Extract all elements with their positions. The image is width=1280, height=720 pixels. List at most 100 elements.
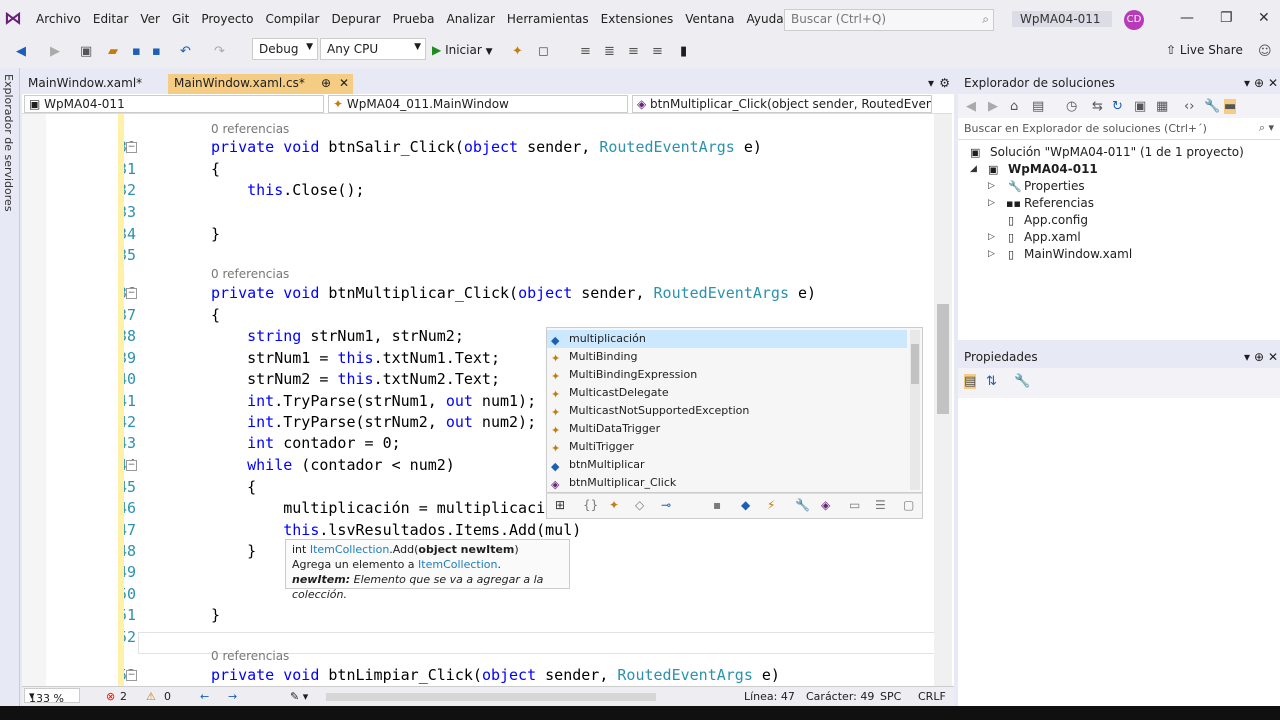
expand-filter-icon[interactable]: ⊞ xyxy=(555,498,565,512)
reference-count[interactable]: 0 referencias xyxy=(211,267,289,281)
pin-icon[interactable]: ⊕ xyxy=(321,76,331,90)
tree-item-references[interactable]: ▷ ▪▪ Referencias xyxy=(958,195,1280,212)
menu-ventana[interactable]: Ventana xyxy=(679,12,740,26)
menu-ver[interactable]: Ver xyxy=(134,12,166,26)
dropdown-icon[interactable]: ▾ xyxy=(1244,76,1250,90)
brush-icon[interactable]: ✎ ▾ xyxy=(290,690,308,703)
close-icon[interactable]: ✕ xyxy=(1258,10,1270,26)
editor-vertical-scrollbar[interactable] xyxy=(934,114,952,686)
gear-icon[interactable]: ⚙ xyxy=(939,76,950,90)
close-icon[interactable]: ✕ xyxy=(1268,350,1278,364)
tree-item-app-xaml[interactable]: ▷ ▯ App.xaml xyxy=(958,229,1280,246)
warning-icon[interactable]: ⚠ xyxy=(146,690,156,703)
comment-icon[interactable]: ≡ xyxy=(628,44,639,59)
property-pages-icon[interactable]: 🔧 xyxy=(1014,374,1030,389)
scroll-thumb[interactable] xyxy=(911,344,919,384)
class-filter-icon[interactable]: ✦ xyxy=(609,498,619,512)
class-dropdown[interactable]: ✦ WpMA04_011.MainWindow xyxy=(328,95,628,113)
collapsed-icon[interactable]: ▷ xyxy=(988,178,995,195)
error-icon[interactable]: ⊗ xyxy=(106,690,115,703)
collapse-region-icon[interactable]: − xyxy=(126,288,137,299)
collapse-region-icon[interactable]: − xyxy=(126,142,137,153)
pin-icon[interactable]: ⊕ xyxy=(1254,350,1264,364)
back-icon[interactable]: ◀ xyxy=(16,44,26,59)
namespace-filter-icon[interactable]: {} xyxy=(583,498,598,512)
menu-git[interactable]: Git xyxy=(166,12,195,26)
tab-list-chevron-icon[interactable]: ▾ xyxy=(928,76,934,90)
maximize-icon[interactable]: ❐ xyxy=(1220,10,1233,26)
tab-mainwindow-xaml-cs[interactable]: MainWindow.xaml.cs* ⊕ ✕ xyxy=(168,74,353,94)
menu-analizar[interactable]: Analizar xyxy=(440,12,500,26)
tree-solution[interactable]: ▣ Solución "WpMA04-011" (1 de 1 proyecto… xyxy=(958,144,1280,161)
nav-back-icon[interactable]: ← xyxy=(200,690,209,703)
collapse-region-icon[interactable]: − xyxy=(126,460,137,471)
project-dropdown[interactable]: ▣ WpMA04-011 xyxy=(24,95,324,113)
zoom-dropdown[interactable]: 133 % ▾ xyxy=(24,688,80,705)
tree-item-app-config[interactable]: ▯ App.config xyxy=(958,212,1280,229)
menu-herramientas[interactable]: Herramientas xyxy=(501,12,595,26)
refresh-icon[interactable]: ↻ xyxy=(1112,99,1123,114)
field-filter-icon[interactable]: ◆ xyxy=(741,498,750,512)
completion-item[interactable]: ◈ btnMultiplicar_Click xyxy=(547,474,907,492)
search-input[interactable]: Buscar (Ctrl+Q) ⌕ xyxy=(784,9,994,31)
interface-filter-icon[interactable]: ⊸ xyxy=(661,498,671,512)
intellisense-popup[interactable]: ◆ multiplicación ✦ MultiBinding ✦ MultiBindin… xyxy=(546,327,923,493)
uncomment-icon[interactable]: ≡ xyxy=(652,44,663,59)
forward-icon[interactable]: ▶ xyxy=(50,44,60,59)
live-share-button[interactable]: ⇧ Live Share xyxy=(1166,43,1243,57)
switch-views-icon[interactable]: ▤ xyxy=(1032,99,1044,114)
show-all-files-icon[interactable]: ▦ xyxy=(1156,99,1168,114)
redo-icon[interactable]: ↷ xyxy=(214,44,225,59)
reference-count[interactable]: 0 referencias xyxy=(211,649,289,663)
menu-editar[interactable]: Editar xyxy=(87,12,135,26)
view-code-icon[interactable]: ‹› xyxy=(1184,99,1194,114)
close-tab-icon[interactable]: ✕ xyxy=(339,76,349,90)
completion-item[interactable]: ◆ multiplicación xyxy=(547,330,907,348)
local-filter-icon[interactable]: ▭ xyxy=(849,498,860,512)
tree-item-properties[interactable]: ▷ 🔧 Properties xyxy=(958,178,1280,195)
menu-compilar[interactable]: Compilar xyxy=(260,12,326,26)
bookmark-icon[interactable]: ▮ xyxy=(680,44,687,59)
close-icon[interactable]: ✕ xyxy=(1268,76,1278,90)
nav-forward-icon[interactable]: → xyxy=(228,690,237,703)
completion-scrollbar[interactable] xyxy=(910,330,920,490)
undo-icon[interactable]: ↶ xyxy=(180,44,191,59)
open-folder-icon[interactable]: ▰ xyxy=(108,44,118,59)
struct-filter-icon[interactable]: ◇ xyxy=(635,498,644,512)
start-button[interactable]: ▶ Iniciar ▼ xyxy=(432,43,493,57)
enum-filter-icon[interactable]: ▪ xyxy=(713,498,721,512)
collapsed-icon[interactable]: ▷ xyxy=(988,195,995,212)
server-explorer-tab[interactable]: Explorador de servidores xyxy=(0,68,20,720)
configuration-select[interactable]: Debug ▼ xyxy=(252,38,318,60)
properties-icon[interactable]: 🔧 xyxy=(1204,99,1220,114)
home-icon[interactable]: ⌂ xyxy=(1010,99,1018,114)
method-filter-icon[interactable]: ◈ xyxy=(821,498,830,512)
menu-archivo[interactable]: Archivo xyxy=(30,12,87,26)
keyword-filter-icon[interactable]: ☰ xyxy=(875,498,886,512)
preview-icon[interactable]: ▬ xyxy=(1224,99,1237,114)
completion-item[interactable]: ✦ MultiDataTrigger xyxy=(547,420,907,438)
categorized-icon[interactable]: ▤ xyxy=(964,374,977,389)
save-all-icon[interactable]: ▪ xyxy=(152,44,161,59)
collapse-region-icon[interactable]: − xyxy=(126,670,137,681)
collapse-all-icon[interactable]: ▣ xyxy=(1134,99,1146,114)
menu-proyecto[interactable]: Proyecto xyxy=(195,12,259,26)
pending-changes-icon[interactable]: ◷ xyxy=(1066,99,1077,114)
alphabetical-icon[interactable]: ⇅ xyxy=(986,374,997,389)
scroll-thumb[interactable] xyxy=(937,304,949,414)
panel-splitter[interactable] xyxy=(958,340,1280,348)
completion-item[interactable]: ✦ MultiBindingExpression xyxy=(547,366,907,384)
new-project-icon[interactable]: ▣ xyxy=(80,44,92,59)
platform-select[interactable]: Any CPU ▼ xyxy=(320,38,426,60)
dropdown-icon[interactable]: ▾ xyxy=(1244,350,1250,364)
snippet-filter-icon[interactable]: ▢ xyxy=(903,498,914,512)
browser-icon[interactable]: ◻ xyxy=(538,44,549,59)
menu-ayuda[interactable]: Ayuda xyxy=(741,12,790,26)
back-icon[interactable]: ◀ xyxy=(966,99,976,114)
menu-extensiones[interactable]: Extensiones xyxy=(595,12,680,26)
member-dropdown[interactable]: ◈ btnMultiplicar_Click(object sender, Ro… xyxy=(632,95,932,113)
sync-icon[interactable]: ⇆ xyxy=(1092,99,1103,114)
completion-item[interactable]: ✦ MulticastNotSupportedException xyxy=(547,402,907,420)
save-icon[interactable]: ▪ xyxy=(132,44,141,59)
forward-icon[interactable]: ▶ xyxy=(988,99,998,114)
